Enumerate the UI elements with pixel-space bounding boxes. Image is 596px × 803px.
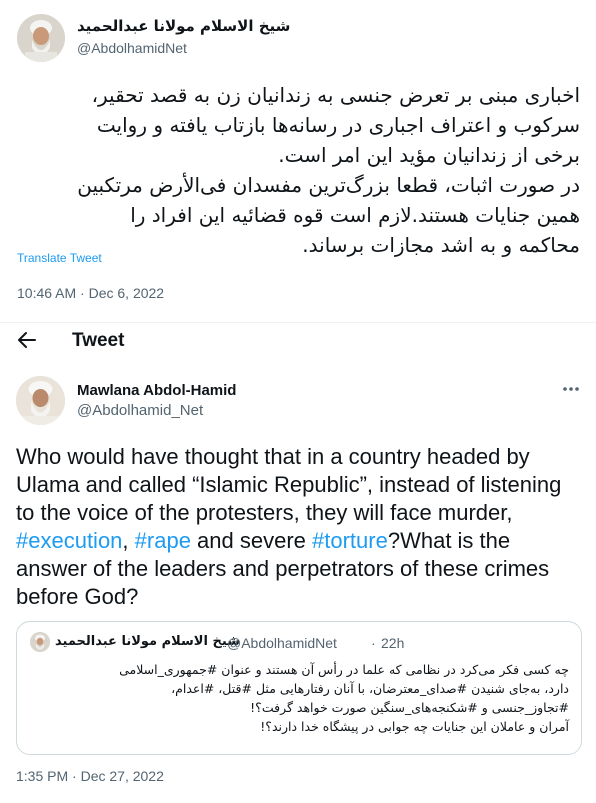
page-title: Tweet: [72, 330, 125, 351]
quoted-author-handle: @AbdolhamidNet: [227, 635, 337, 651]
author-name[interactable]: Mawlana Abdol-Hamid: [77, 382, 236, 399]
tweet-timestamp[interactable]: 10:46 AM · Dec 6, 2022: [17, 285, 164, 301]
hashtag-link[interactable]: #torture: [312, 528, 388, 553]
author-avatar[interactable]: [17, 14, 65, 62]
tweet-text-line: برخی از زندانیان مؤید این امر است.: [278, 143, 580, 167]
back-button[interactable]: [15, 328, 39, 352]
tweet-text-line: answer of the leaders and perpetrators o…: [16, 556, 550, 581]
quoted-author-name: شیخ الاسلام مولانا عبدالحمید: [55, 634, 240, 649]
quoted-tweet-text: چه کسی فکر می‌کرد در نظامی که علما در رأ…: [29, 660, 569, 736]
tweet-text-line: to the voice of the protesters, they wil…: [16, 500, 513, 525]
hashtag-link[interactable]: #execution: [16, 528, 122, 553]
arrow-left-icon: [18, 332, 36, 348]
tweet-text-line: before God?: [16, 584, 139, 609]
avatar-image: [30, 632, 50, 652]
tweet-text-line: سرکوب و اعتراف اجباری در رسانه‌ها بازتاب…: [96, 113, 580, 137]
author-name[interactable]: شیخ الاسلام مولانا عبدالحمید: [77, 17, 290, 35]
quoted-text-line: آمران و عاملان این جنایات چه جوابی در پی…: [260, 719, 569, 734]
translate-tweet-link[interactable]: Translate Tweet: [17, 251, 102, 265]
quoted-text-line: #تجاوز_جنسی و #شکنجه‌های_سنگین صورت خواه…: [250, 700, 569, 715]
text-segment: and severe: [190, 528, 313, 553]
more-options-button[interactable]: [561, 379, 581, 399]
text-segment: ?What is the: [387, 528, 511, 553]
author-handle[interactable]: @AbdolhamidNet: [77, 40, 187, 56]
tweet-text-line: در صورت اثبات، قطعا بزرگ‌ترین مفسدان فی‌…: [77, 173, 580, 197]
tweet-text-line: #execution, #rape and severe #torture?Wh…: [16, 527, 586, 555]
hashtag-link[interactable]: #rape: [135, 528, 191, 553]
tweet-timestamp[interactable]: 1:35 PM · Dec 27, 2022: [16, 768, 164, 784]
tweet-text: اخباری مبنی بر تعرض جنسی به زندانیان زن …: [14, 80, 580, 260]
tweet-text-line: اخباری مبنی بر تعرض جنسی به زندانیان زن …: [91, 83, 580, 107]
author-handle[interactable]: @Abdolhamid_Net: [77, 402, 203, 419]
tweet-text-line: Ulama and called “Islamic Republic”, ins…: [16, 472, 562, 497]
tweet-text: Who would have thought that in a country…: [16, 443, 586, 611]
quoted-tweet-card[interactable]: شیخ الاسلام مولانا عبدالحمید @Abdolhamid…: [16, 621, 582, 755]
quoted-author-avatar: [30, 632, 50, 652]
tweet-text-line: Who would have thought that in a country…: [16, 444, 530, 469]
text-segment: ,: [122, 528, 135, 553]
tweet-header: Tweet: [0, 323, 596, 363]
quoted-text-line: دارد، به‌جای شنیدن #صدای_معترضان، با آنا…: [171, 681, 569, 696]
avatar-image: [17, 14, 65, 62]
more-horizontal-icon: [563, 387, 579, 391]
tweet-text-line: همین جنایات هستند.لازم است قوه قضائیه ای…: [130, 203, 580, 227]
original-tweet: شیخ الاسلام مولانا عبدالحمید @Abdolhamid…: [0, 0, 596, 322]
quoted-text-line: چه کسی فکر می‌کرد در نظامی که علما در رأ…: [119, 662, 569, 677]
avatar-image: [16, 376, 65, 425]
separator-dot: ·: [371, 635, 376, 651]
author-avatar[interactable]: [16, 376, 65, 425]
quoted-tweet-time: 22h: [381, 635, 405, 651]
